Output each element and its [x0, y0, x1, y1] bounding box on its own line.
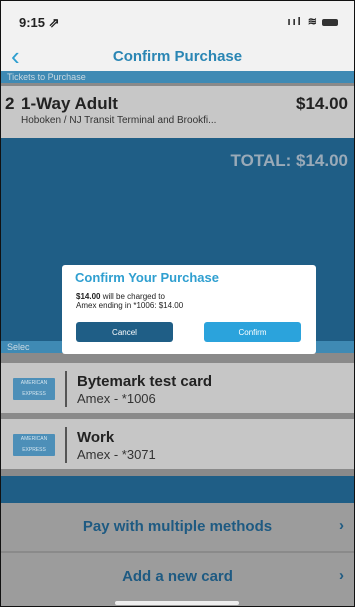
card-number: Amex - *1006 — [77, 391, 156, 406]
divider-panel — [1, 476, 354, 503]
dialog-title: Confirm Your Purchase — [75, 270, 219, 285]
confirm-purchase-dialog: Confirm Your Purchase $14.00 will be cha… — [62, 265, 316, 354]
status-bar: 9:15 ⇗ ııl ≋ — [1, 1, 354, 41]
home-indicator[interactable] — [115, 601, 239, 605]
navigation-bar: ‹ Confirm Purchase — [1, 41, 354, 71]
card-divider — [65, 371, 67, 407]
amex-logo-icon: AMERICAN EXPRESS — [13, 434, 55, 456]
cancel-button[interactable]: Cancel — [76, 322, 173, 342]
card-name: Bytemark test card — [77, 373, 213, 390]
ticket-quantity: 2 — [5, 94, 15, 113]
app-screen: 9:15 ⇗ ııl ≋ ‹ Confirm Purchase Tickets … — [0, 0, 355, 607]
pay-multiple-methods-label: Pay with multiple methods — [82, 518, 273, 535]
pay-multiple-methods-row[interactable]: Pay with multiple methods › — [1, 503, 354, 551]
card-name: Work — [77, 429, 115, 446]
ticket-route: Hoboken / NJ Transit Terminal and Brookf… — [21, 115, 217, 126]
tickets-section-header: Tickets to Purchase — [1, 71, 354, 83]
ticket-name: 1-Way Adult — [21, 94, 118, 113]
status-time: 9:15 ⇗ — [19, 15, 60, 30]
card-number: Amex - *3071 — [77, 447, 156, 462]
ticket-row: 2 1-Way Adult $14.00 Hoboken / NJ Transi… — [1, 86, 354, 138]
ticket-price: $14.00 — [296, 94, 348, 113]
amex-logo-icon: AMERICAN EXPRESS — [13, 378, 55, 400]
dialog-amount: $14.00 — [76, 292, 101, 301]
battery-icon — [322, 18, 338, 26]
signal-wifi-battery-icons: ııl ≋ — [288, 15, 338, 28]
page-title: Confirm Purchase — [112, 48, 243, 65]
card-divider — [65, 427, 67, 463]
dialog-charge-suffix: will be charged to — [100, 292, 165, 301]
total-amount: TOTAL: $14.00 — [230, 151, 348, 170]
chevron-right-icon: › — [339, 567, 344, 584]
dialog-card-detail: Amex ending in *1006: $14.00 — [76, 301, 184, 310]
payment-card-list: AMERICAN EXPRESS Bytemark test card Amex… — [1, 353, 354, 476]
add-new-card-label: Add a new card — [122, 568, 233, 585]
payment-card-row[interactable]: AMERICAN EXPRESS Bytemark test card Amex… — [1, 363, 354, 413]
signal-wifi-icon: ııl ≋ — [287, 16, 319, 28]
confirm-button[interactable]: Confirm — [204, 322, 301, 342]
dialog-charge-text: $14.00 will be charged to — [76, 292, 165, 301]
chevron-right-icon: › — [339, 517, 344, 534]
payment-card-row[interactable]: AMERICAN EXPRESS Work Amex - *3071 — [1, 419, 354, 469]
add-new-card-row[interactable]: Add a new card › — [1, 553, 354, 606]
